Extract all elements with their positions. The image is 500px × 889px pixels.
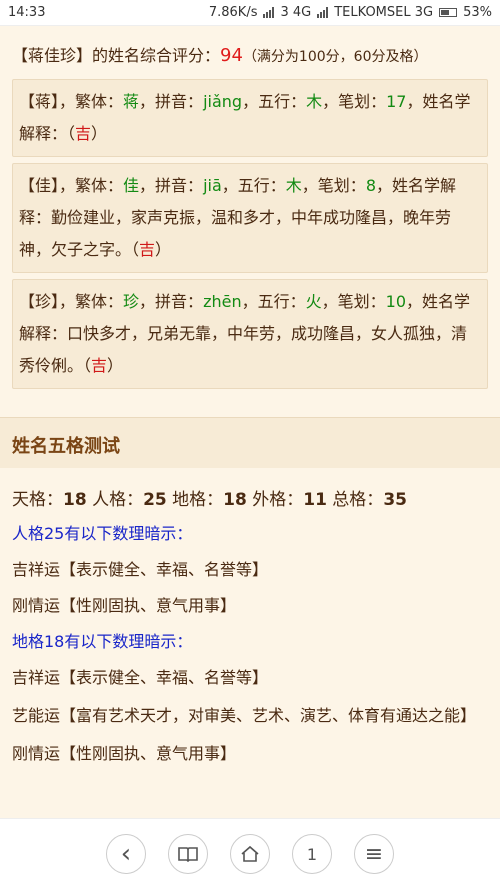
char-label: ，拼音：	[139, 176, 204, 195]
char-pinyin: zhēn	[203, 292, 242, 311]
char-label: ，五行：	[242, 92, 307, 111]
signal-icon	[263, 7, 275, 18]
ren-label: 人格：	[86, 490, 144, 510]
total-score: 94	[220, 45, 243, 66]
char-element: 木	[285, 176, 302, 195]
score-note: （满分为100分，60分及格）	[242, 49, 428, 65]
char-label: ，繁体：	[59, 176, 124, 195]
char-head: 【佳】	[19, 176, 60, 195]
main-content: 【蒋佳珍】的姓名综合评分：94（满分为100分，60分及格） 【蒋】，繁体：蒋，…	[0, 26, 500, 772]
menu-icon: ≡	[364, 841, 384, 867]
di-value: 18	[223, 490, 247, 510]
hint-line: 刚情运【性刚固执、意气用事】	[12, 744, 237, 763]
bookmarks-button[interactable]	[168, 834, 208, 874]
browser-bottom-nav: ‹ 1 ≡	[0, 818, 500, 889]
char-label: ，笔划：	[321, 292, 386, 311]
di-hint-heading: 地格18有以下数理暗示：	[12, 632, 193, 651]
full-name: 【蒋佳珍】	[12, 46, 93, 65]
hint-line: 艺能运【富有艺术天才，对审美、艺术、演艺、体育有通达之能】	[12, 706, 477, 725]
wai-label: 外格：	[246, 490, 304, 510]
char-label: ，笔划：	[322, 92, 387, 111]
sim1-network: 3 4G	[280, 5, 312, 20]
char-traditional: 佳	[123, 176, 140, 195]
char-pinyin: jiǎng	[203, 92, 243, 111]
char-head: 【珍】	[19, 292, 60, 311]
char-strokes: 10	[385, 292, 406, 311]
tian-value: 18	[63, 490, 87, 510]
carrier-name: TELKOMSEL 3G	[334, 5, 434, 20]
summary-text: 的姓名综合评分：	[92, 46, 221, 65]
di-label: 地格：	[166, 490, 224, 510]
section-title: 姓名五格测试	[0, 417, 500, 468]
char-label: ，笔划：	[301, 176, 366, 195]
score-summary: 【蒋佳珍】的姓名综合评分：94（满分为100分，60分及格）	[12, 26, 488, 79]
network-speed: 7.86K/s	[208, 5, 258, 20]
char-label: ，繁体：	[59, 92, 124, 111]
tabs-button[interactable]: 1	[292, 834, 332, 874]
char-element: 火	[305, 292, 322, 311]
char-luck: 吉	[75, 124, 92, 143]
status-right: 7.86K/s 3 4G TELKOMSEL 3G 53%	[209, 5, 492, 20]
signal-icon-2	[317, 7, 329, 18]
char-luck: 吉	[139, 240, 156, 259]
char-label: ，拼音：	[139, 92, 204, 111]
char-luck: 吉	[91, 356, 108, 375]
char-paren: ）	[155, 240, 172, 259]
char-head: 【蒋】	[19, 92, 60, 111]
char-label: ，五行：	[221, 176, 286, 195]
home-icon	[241, 845, 259, 862]
hint-line: 吉祥运【表示健全、幸福、名誉等】	[12, 668, 269, 687]
tab-count: 1	[306, 844, 318, 864]
menu-button[interactable]: ≡	[354, 834, 394, 874]
char-strokes: 8	[365, 176, 376, 195]
char-paren: ）	[107, 356, 124, 375]
zong-value: 35	[383, 490, 407, 510]
status-bar: 14:33 7.86K/s 3 4G TELKOMSEL 3G 53%	[0, 0, 500, 26]
char-traditional: 蒋	[123, 92, 140, 111]
back-button[interactable]: ‹	[106, 834, 146, 874]
char-box-1: 【蒋】，繁体：蒋，拼音：jiǎng，五行：木，笔划：17，姓名学解释：（吉）	[12, 79, 488, 157]
tian-label: 天格：	[12, 490, 63, 510]
ren-value: 25	[143, 490, 167, 510]
char-element: 木	[306, 92, 323, 111]
char-paren: （	[67, 124, 76, 143]
hint-line: 吉祥运【表示健全、幸福、名誉等】	[12, 560, 269, 579]
battery-icon	[439, 8, 458, 17]
wuge-summary: 天格：18 人格：25 地格：18 外格：11 总格：35	[12, 468, 488, 516]
char-label: ，拼音：	[139, 292, 204, 311]
home-button[interactable]	[230, 834, 270, 874]
char-pinyin: jiā	[203, 176, 222, 195]
char-traditional: 珍	[123, 292, 140, 311]
book-icon	[178, 847, 198, 862]
char-paren: （	[131, 240, 140, 259]
char-strokes: 17	[386, 92, 407, 111]
char-paren: （	[83, 356, 92, 375]
chevron-left-icon: ‹	[120, 839, 132, 869]
zong-label: 总格：	[326, 490, 384, 510]
char-label: ，繁体：	[59, 292, 124, 311]
char-paren: ）	[91, 124, 108, 143]
char-box-3: 【珍】，繁体：珍，拼音：zhēn，五行：火，笔划：10，姓名学解释：口快多才，兄…	[12, 279, 488, 389]
ren-hint-heading: 人格25有以下数理暗示：	[12, 524, 193, 543]
battery-level: 53%	[463, 5, 492, 20]
hint-line: 刚情运【性刚固执、意气用事】	[12, 596, 237, 615]
wai-value: 11	[303, 490, 327, 510]
char-label: ，五行：	[241, 292, 306, 311]
char-box-2: 【佳】，繁体：佳，拼音：jiā，五行：木，笔划：8，姓名学解释：勤俭建业，家声克…	[12, 163, 488, 273]
status-time: 14:33	[8, 5, 46, 20]
char-meaning: 勤俭建业，家声克振，温和多才，中年成功隆昌，晚年劳神，欠子之字。	[19, 208, 452, 259]
